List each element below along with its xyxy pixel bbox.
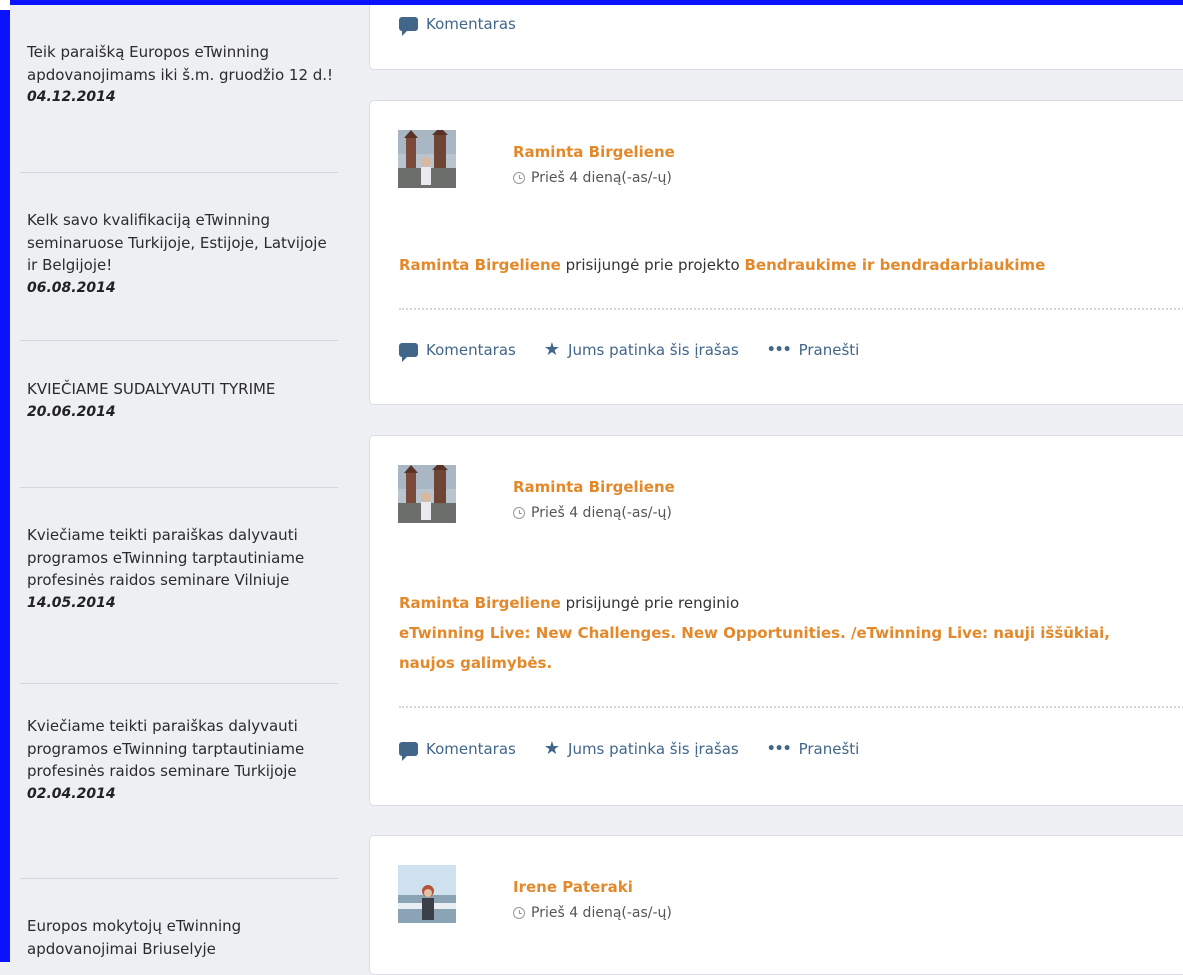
feed-card: Raminta Birgeliene Prieš 4 dieną(-as/-ų)… (369, 100, 1183, 405)
news-item[interactable]: Kviečiame teikti paraiškas dalyvauti pro… (27, 715, 335, 805)
author-name[interactable]: Raminta Birgeliene (513, 143, 675, 161)
post-time: Prieš 4 dieną(-as/-ų) (513, 170, 672, 186)
avatar[interactable] (398, 865, 456, 923)
like-label: Jums patinka šis įrašas (568, 740, 739, 758)
project-link[interactable]: Bendraukime ir bendradarbiaukime (744, 256, 1045, 274)
comment-button[interactable]: Komentaras (399, 740, 516, 761)
report-button[interactable]: ••• Pranešti (767, 341, 860, 359)
news-date: 06.08.2014 (27, 279, 116, 296)
feed-card: Komentaras (369, 0, 1183, 70)
post-time: Prieš 4 dieną(-as/-ų) (513, 505, 672, 521)
news-title[interactable]: Teik paraišką Europos eTwinning apdovano… (27, 41, 335, 86)
like-button[interactable]: ★ Jums patinka šis įrašas (543, 339, 739, 360)
comment-icon (399, 343, 418, 362)
time-label: Prieš 4 dieną(-as/-ų) (531, 170, 672, 186)
post-verb: prisijungė prie projekto (565, 256, 740, 274)
comment-label: Komentaras (426, 15, 516, 33)
actor-link[interactable]: Raminta Birgeliene (399, 256, 561, 274)
news-date: 20.06.2014 (27, 403, 116, 420)
like-label: Jums patinka šis įrašas (568, 341, 739, 359)
star-icon: ★ (543, 339, 561, 360)
comment-label: Komentaras (426, 740, 516, 758)
author-name[interactable]: Raminta Birgeliene (513, 478, 675, 496)
news-date: 02.04.2014 (27, 785, 116, 802)
news-title[interactable]: KVIEČIAME SUDALYVAUTI TYRIME (27, 378, 335, 401)
comment-button[interactable]: Komentaras (399, 341, 516, 362)
actor-link[interactable]: Raminta Birgeliene (399, 594, 561, 612)
avatar[interactable] (398, 465, 456, 523)
news-item[interactable]: Kelk savo kvalifikaciją eTwinning semina… (27, 209, 335, 299)
star-icon: ★ (543, 738, 561, 759)
comment-icon (399, 742, 418, 761)
news-item[interactable]: Europos mokytojų eTwinning apdovanojimai… (27, 915, 335, 960)
news-title[interactable]: Europos mokytojų eTwinning apdovanojimai… (27, 915, 335, 960)
news-sidebar: Teik paraišką Europos eTwinning apdovano… (10, 5, 352, 962)
news-title[interactable]: Kelk savo kvalifikaciją eTwinning semina… (27, 209, 335, 277)
post-actions: Komentaras (399, 15, 544, 36)
divider (20, 172, 338, 173)
news-item[interactable]: Kviečiame teikti paraiškas dalyvauti pro… (27, 524, 335, 614)
divider (20, 683, 338, 684)
dotted-divider (399, 308, 1183, 310)
divider (20, 878, 338, 879)
report-label: Pranešti (798, 341, 860, 359)
report-label: Pranešti (798, 740, 860, 758)
news-date: 04.12.2014 (27, 89, 116, 105)
news-title[interactable]: Kviečiame teikti paraiškas dalyvauti pro… (27, 524, 335, 592)
divider (20, 487, 338, 488)
avatar-photo (398, 865, 456, 923)
post-time: Prieš 4 dieną(-as/-ų) (513, 905, 672, 921)
clock-icon (513, 507, 525, 519)
post-actions: Komentaras ★ Jums patinka šis įrašas •••… (399, 738, 887, 761)
news-item[interactable]: Teik paraišką Europos eTwinning apdovano… (27, 41, 335, 109)
comment-icon (399, 17, 418, 36)
post-body: Raminta Birgeliene prisijungė prie proje… (399, 256, 1045, 274)
event-link-cont[interactable]: naujos galimybės. (399, 648, 1110, 678)
report-button[interactable]: ••• Pranešti (767, 740, 860, 758)
avatar[interactable] (398, 130, 456, 188)
time-label: Prieš 4 dieną(-as/-ų) (531, 505, 672, 521)
more-dots-icon: ••• (766, 741, 792, 757)
more-dots-icon: ••• (766, 342, 792, 358)
post-verb: prisijungė prie renginio (565, 594, 740, 612)
feed-card: Raminta Birgeliene Prieš 4 dieną(-as/-ų)… (369, 435, 1183, 806)
clock-icon (513, 172, 525, 184)
dotted-divider (399, 706, 1183, 708)
like-button[interactable]: ★ Jums patinka šis įrašas (543, 738, 739, 759)
comment-button[interactable]: Komentaras (399, 15, 516, 36)
author-name[interactable]: Irene Pateraki (513, 878, 633, 896)
avatar-photo (398, 465, 456, 523)
time-label: Prieš 4 dieną(-as/-ų) (531, 905, 672, 921)
post-body: Raminta Birgeliene prisijungė prie rengi… (399, 588, 1110, 678)
news-date: 14.05.2014 (27, 594, 116, 611)
post-actions: Komentaras ★ Jums patinka šis įrašas •••… (399, 339, 887, 362)
divider (20, 340, 338, 341)
event-link[interactable]: eTwinning Live: New Challenges. New Oppo… (399, 618, 1110, 648)
feed-card: Irene Pateraki Prieš 4 dieną(-as/-ų) (369, 835, 1183, 975)
comment-label: Komentaras (426, 341, 516, 359)
news-title[interactable]: Kviečiame teikti paraiškas dalyvauti pro… (27, 715, 335, 783)
news-item[interactable]: KVIEČIAME SUDALYVAUTI TYRIME 20.06.2014 (27, 378, 335, 423)
avatar-photo (398, 130, 456, 188)
clock-icon (513, 907, 525, 919)
